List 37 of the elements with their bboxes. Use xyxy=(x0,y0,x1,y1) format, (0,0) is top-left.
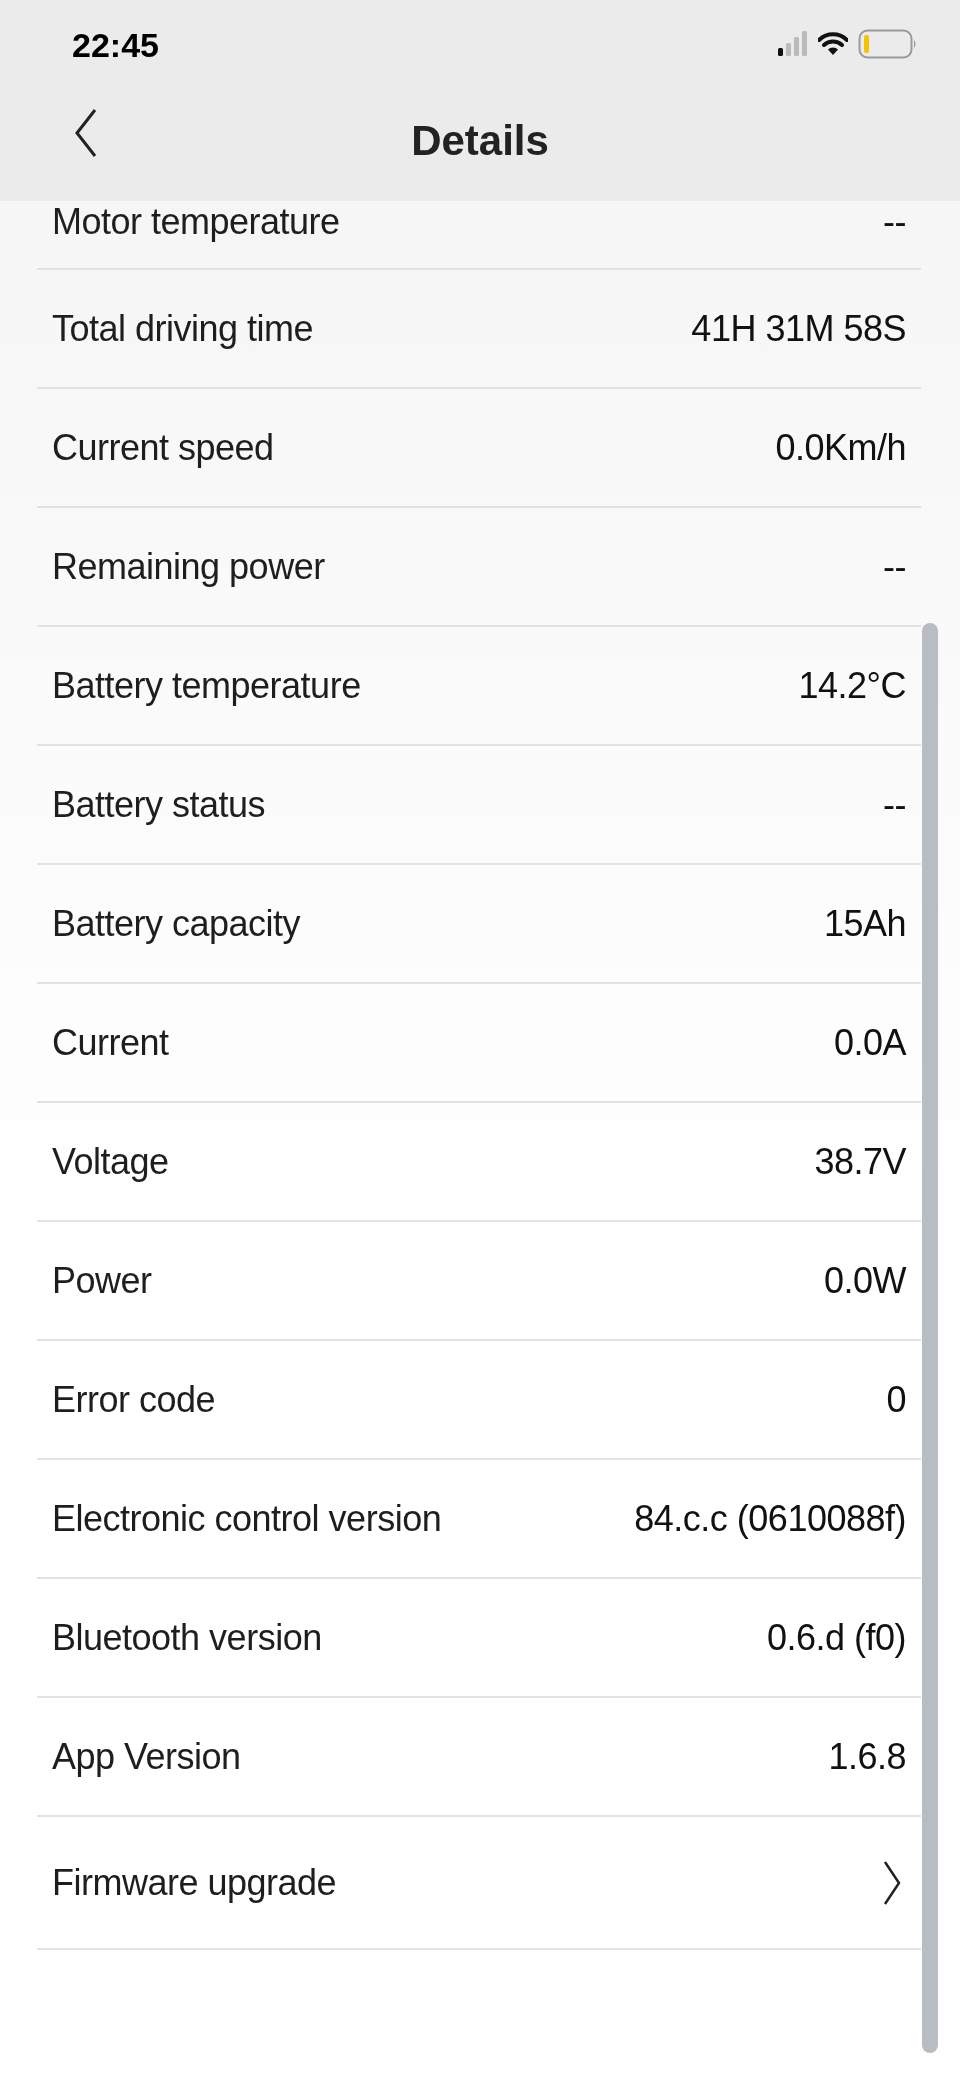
row-value: 1.6.8 xyxy=(828,1735,906,1778)
back-button[interactable] xyxy=(74,108,98,158)
row-label: Remaining power xyxy=(52,545,325,588)
row-label: Power xyxy=(52,1259,152,1302)
row-label: App Version xyxy=(52,1735,241,1778)
row-label: Voltage xyxy=(52,1140,169,1183)
row-label: Total driving time xyxy=(52,307,314,350)
row-value: 0.0A xyxy=(833,1021,906,1064)
row-value: 38.7V xyxy=(814,1140,906,1183)
scrollbar[interactable] xyxy=(922,623,938,2053)
row-value: -- xyxy=(883,545,906,588)
row-value: 0.0Km/h xyxy=(775,426,906,469)
row-value: 0.6.d (f0) xyxy=(766,1616,906,1659)
row-value: 15Ah xyxy=(823,902,906,945)
row-label: Battery capacity xyxy=(52,902,301,945)
row-value: -- xyxy=(883,783,906,826)
page-title: Details xyxy=(411,116,549,165)
row-value: 84.c.c (0610088f) xyxy=(634,1497,906,1540)
row-value: 14.2°C xyxy=(798,664,906,707)
signal-icon xyxy=(778,31,808,57)
row-label: Current xyxy=(52,1021,169,1064)
row-label: Battery status xyxy=(52,783,266,826)
row-label: Firmware upgrade xyxy=(52,1861,337,1904)
row-label: Motor temperature xyxy=(52,201,340,243)
row-label: Current speed xyxy=(52,426,274,469)
row-value: -- xyxy=(883,201,906,243)
row-label: Error code xyxy=(52,1378,216,1421)
wifi-icon xyxy=(818,32,848,56)
row-value: 0.0W xyxy=(823,1259,906,1302)
row-label: Bluetooth version xyxy=(52,1616,322,1659)
row-value: 41H 31M 58S xyxy=(691,307,906,350)
row-label: Battery temperature xyxy=(52,664,361,707)
status-time: 22:45 xyxy=(72,24,159,65)
row-value: 0 xyxy=(886,1378,906,1421)
battery-icon xyxy=(858,29,918,59)
row-label: Electronic control version xyxy=(52,1497,442,1540)
chevron-right-icon[interactable] xyxy=(883,1859,901,1906)
